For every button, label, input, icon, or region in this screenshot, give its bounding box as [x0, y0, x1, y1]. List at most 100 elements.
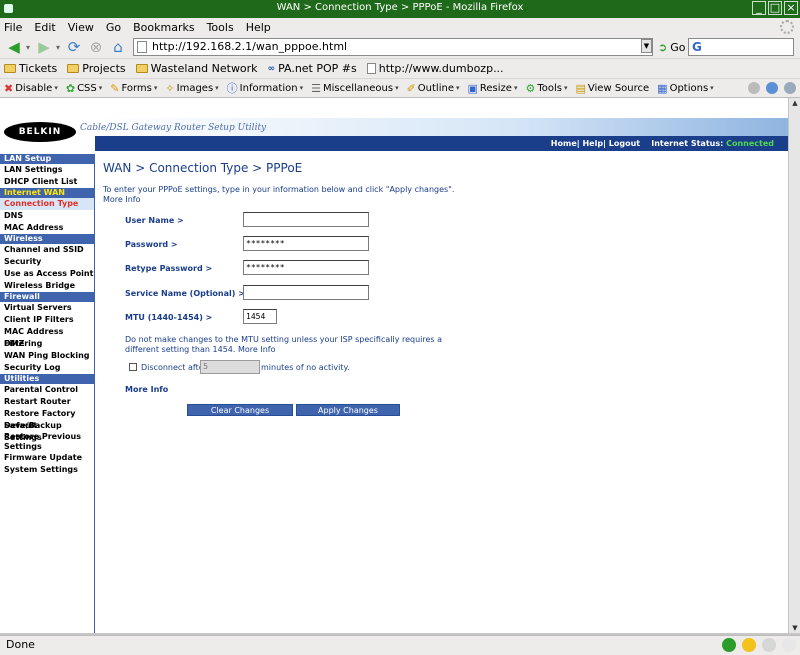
devbar-label: Tools — [537, 82, 562, 94]
sidebar-item-restore-factory-default[interactable]: Restore Factory Default — [0, 408, 94, 430]
bookmark-dumbozp[interactable]: http://www.dumbozp... — [366, 62, 504, 75]
forward-icon[interactable]: ▶ — [34, 38, 54, 56]
sidebar-item-save-backup-settings[interactable]: Save/Backup Settings — [0, 420, 94, 442]
devbar-disable[interactable]: ✖ Disable ▾ — [4, 82, 58, 95]
sidebar-item-wireless-bridge[interactable]: Wireless Bridge — [0, 280, 94, 292]
sidebar-item-system-settings[interactable]: System Settings — [0, 464, 94, 476]
go-button[interactable]: ➲ Go — [658, 39, 685, 55]
sidebar-item-dns[interactable]: DNS — [0, 210, 94, 222]
forward-dropdown-icon[interactable]: ▾ — [56, 43, 60, 52]
more-info-link[interactable]: More Info — [125, 385, 168, 395]
intro-text: To enter your PPPoE settings, type in yo… — [103, 185, 463, 205]
sidebar-item-use-as-ap[interactable]: Use as Access Point — [0, 268, 94, 280]
devbar-label: Miscellaneous — [322, 82, 394, 94]
dropdown-icon: ▾ — [395, 84, 399, 92]
devbar-information[interactable]: ⓘ Information ▾ — [227, 80, 303, 96]
sidebar-item-firmware-update[interactable]: Firmware Update — [0, 452, 94, 464]
sun-icon[interactable] — [742, 638, 756, 652]
status-validation-icon[interactable] — [748, 82, 760, 94]
bookmark-projects[interactable]: Projects — [67, 62, 126, 75]
stop-icon[interactable]: ⊗ — [86, 38, 106, 56]
password-input[interactable]: ******** — [243, 236, 369, 251]
sidebar-item-parental-control[interactable]: Parental Control — [0, 384, 94, 396]
menu-tools[interactable]: Tools — [207, 21, 234, 34]
menu-bookmarks[interactable]: Bookmarks — [133, 21, 194, 34]
folder-icon — [67, 64, 80, 73]
tools-icon: ⚙ — [525, 81, 536, 95]
devbar-forms[interactable]: ✎ Forms ▾ — [110, 82, 157, 95]
devbar-options[interactable]: ▦ Options ▾ — [657, 82, 714, 95]
sidebar-item-mac-address[interactable]: MAC Address — [0, 222, 94, 234]
section-firewall: Firewall — [0, 292, 94, 302]
menu-view[interactable]: View — [68, 21, 94, 34]
sidebar-item-restart-router[interactable]: Restart Router — [0, 396, 94, 408]
go-icon: ➲ — [658, 40, 668, 54]
cloud-icon[interactable] — [782, 638, 796, 652]
mtu-input[interactable]: 1454 — [243, 309, 277, 324]
sidebar-item-dhcp-client-list[interactable]: DHCP Client List — [0, 176, 94, 188]
status-js-icon[interactable] — [784, 82, 796, 94]
window-title: WAN > Connection Type > PPPoE - Mozilla … — [276, 2, 524, 13]
menu-file[interactable]: File — [4, 21, 22, 34]
bookmark-wasteland-network[interactable]: Wasteland Network — [135, 62, 258, 75]
internet-status-value: Connected — [726, 139, 774, 148]
intro-body: To enter your PPPoE settings, type in yo… — [103, 185, 455, 194]
home-icon[interactable]: ⌂ — [108, 38, 128, 56]
folder-icon — [4, 64, 16, 73]
sidebar-item-mac-address-filtering[interactable]: MAC Address Filtering — [0, 326, 94, 348]
sidebar-item-client-ip-filters[interactable]: Client IP Filters — [0, 314, 94, 326]
close-icon[interactable]: × — [784, 1, 798, 15]
validator-ok-icon[interactable] — [722, 638, 736, 652]
search-input[interactable]: G — [688, 38, 794, 56]
user-name-input[interactable] — [243, 212, 369, 227]
menu-help[interactable]: Help — [246, 21, 271, 34]
menu-go[interactable]: Go — [106, 21, 121, 34]
bookmark-tickets[interactable]: Tickets — [4, 62, 57, 75]
reload-icon[interactable]: ⟳ — [64, 38, 84, 56]
scroll-down-icon[interactable]: ▼ — [790, 623, 800, 633]
weather-icon[interactable] — [762, 638, 776, 652]
bookmark-label: Tickets — [19, 62, 58, 75]
sidebar-item-restore-previous-settings[interactable]: Restore Previous Settings — [0, 432, 94, 452]
sidebar-item-security[interactable]: Security — [0, 256, 94, 268]
window-titlebar: WAN > Connection Type > PPPoE - Mozilla … — [0, 0, 800, 18]
devbar-tools[interactable]: ⚙ Tools ▾ — [525, 82, 567, 95]
devbar-label: View Source — [587, 82, 650, 94]
service-name-input[interactable] — [243, 285, 369, 300]
devbar-miscellaneous[interactable]: ☰ Miscellaneous ▾ — [311, 82, 399, 95]
sidebar-item-virtual-servers[interactable]: Virtual Servers — [0, 302, 94, 314]
sidebar-item-security-log[interactable]: Security Log — [0, 362, 94, 374]
back-dropdown-icon[interactable]: ▾ — [26, 43, 30, 52]
sidebar-item-dmz[interactable]: DMZ — [0, 338, 94, 350]
devbar-view-source[interactable]: ▤ View Source — [576, 82, 650, 95]
back-icon[interactable]: ◀ — [4, 38, 24, 56]
url-input[interactable]: http://192.168.2.1/wan_pppoe.html — [133, 38, 653, 56]
vertical-scrollbar[interactable]: ▲ ▼ — [788, 98, 800, 633]
sidebar-item-lan-settings[interactable]: LAN Settings — [0, 164, 94, 176]
devbar-label: Images — [176, 82, 214, 94]
devbar-images[interactable]: ✧ Images ▾ — [165, 82, 218, 95]
internet-status-label: Internet Status: — [651, 139, 724, 148]
sidebar-item-channel-ssid[interactable]: Channel and SSID — [0, 244, 94, 256]
section-wireless: Wireless — [0, 234, 94, 244]
minimize-icon[interactable]: _ — [752, 1, 766, 15]
devbar-css[interactable]: ✿ CSS ▾ — [66, 82, 102, 95]
intro-more-info-link[interactable]: More Info — [103, 195, 141, 204]
disconnect-checkbox[interactable] — [129, 363, 137, 371]
devbar-resize[interactable]: ▣ Resize ▾ — [468, 82, 518, 95]
page-icon — [366, 63, 376, 74]
scroll-up-icon[interactable]: ▲ — [790, 98, 800, 108]
sidebar-item-connection-type[interactable]: Connection Type — [0, 198, 94, 210]
devbar-outline[interactable]: ✐ Outline ▾ — [407, 82, 460, 95]
maximize-icon[interactable]: □ — [768, 1, 782, 15]
sidebar-item-wan-ping-blocking[interactable]: WAN Ping Blocking — [0, 350, 94, 362]
clear-changes-button[interactable]: Clear Changes — [187, 404, 293, 416]
apply-changes-button[interactable]: Apply Changes — [296, 404, 400, 416]
top-links[interactable]: Home| Help| Logout — [551, 139, 640, 148]
menu-edit[interactable]: Edit — [34, 21, 55, 34]
bookmark-pa-net[interactable]: ∞ PA.net POP #s — [268, 62, 357, 75]
retype-password-input[interactable]: ******** — [243, 260, 369, 275]
status-css-icon[interactable] — [766, 82, 778, 94]
url-dropdown-icon[interactable]: ▼ — [641, 39, 652, 53]
mtu-more-info-link[interactable]: More Info — [238, 345, 276, 354]
